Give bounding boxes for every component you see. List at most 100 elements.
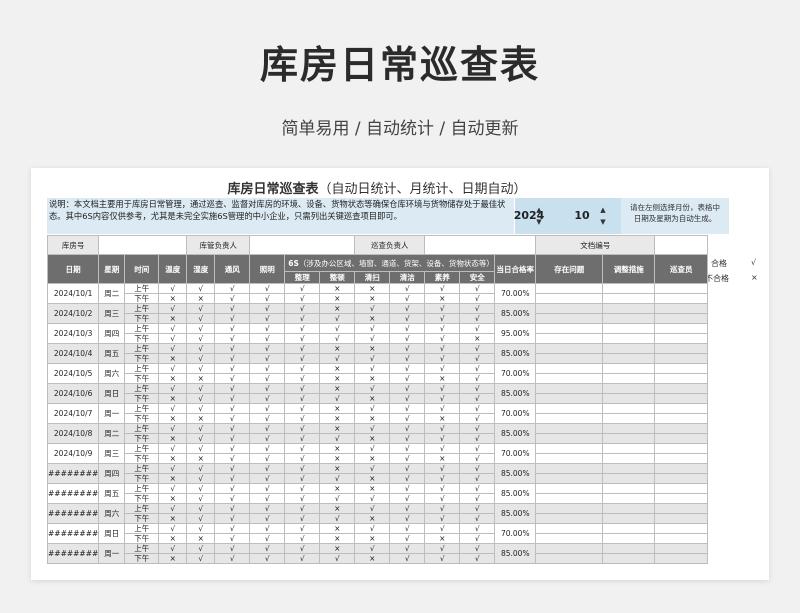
check-cell[interactable]: √	[284, 433, 321, 444]
check-cell[interactable]: √	[424, 353, 461, 364]
date-cell[interactable]: 2024/10/8	[46, 423, 100, 444]
check-cell[interactable]: √	[389, 453, 426, 464]
check-cell[interactable]: ×	[319, 483, 356, 494]
check-cell[interactable]: √	[389, 523, 426, 534]
check-cell[interactable]: √	[284, 553, 321, 564]
inspector-cell[interactable]	[654, 403, 709, 414]
check-cell[interactable]: ×	[319, 403, 356, 414]
measures-cell[interactable]	[602, 513, 656, 524]
issues-cell[interactable]	[535, 323, 604, 334]
check-cell[interactable]: √	[214, 333, 251, 344]
check-cell[interactable]: √	[158, 483, 188, 494]
issues-cell[interactable]	[535, 523, 604, 534]
issues-cell[interactable]	[535, 353, 604, 364]
check-cell[interactable]: ×	[424, 373, 461, 384]
check-cell[interactable]: √	[214, 373, 251, 384]
check-cell[interactable]: √	[319, 333, 356, 344]
check-cell[interactable]: √	[459, 483, 496, 494]
check-cell[interactable]: ×	[354, 513, 391, 524]
check-cell[interactable]: ×	[424, 413, 461, 424]
check-cell[interactable]: √	[389, 343, 426, 354]
inspector-cell[interactable]	[654, 383, 709, 394]
measures-cell[interactable]	[602, 393, 656, 404]
issues-cell[interactable]	[535, 393, 604, 404]
check-cell[interactable]: ×	[354, 393, 391, 404]
check-cell[interactable]: √	[354, 323, 391, 334]
check-cell[interactable]: √	[459, 493, 496, 504]
check-cell[interactable]: √	[424, 473, 461, 484]
date-cell[interactable]: 2024/10/5	[46, 363, 100, 384]
weekday-cell[interactable]: 周日	[98, 383, 126, 404]
check-cell[interactable]: √	[249, 503, 286, 514]
check-cell[interactable]: ×	[424, 293, 461, 304]
check-cell[interactable]: √	[389, 293, 426, 304]
measures-cell[interactable]	[602, 473, 656, 484]
date-cell[interactable]: ########	[46, 483, 100, 504]
check-cell[interactable]: √	[389, 513, 426, 524]
issues-cell[interactable]	[535, 543, 604, 554]
weekday-cell[interactable]: 周二	[98, 283, 126, 304]
check-cell[interactable]: ×	[158, 413, 188, 424]
measures-cell[interactable]	[602, 353, 656, 364]
check-cell[interactable]: √	[284, 493, 321, 504]
inspector-cell[interactable]	[654, 463, 709, 474]
check-cell[interactable]: √	[284, 283, 321, 294]
check-cell[interactable]: ×	[424, 453, 461, 464]
issues-cell[interactable]	[535, 473, 604, 484]
check-cell[interactable]: ×	[158, 453, 188, 464]
check-cell[interactable]: √	[459, 553, 496, 564]
check-cell[interactable]: √	[459, 373, 496, 384]
inspector-cell[interactable]	[654, 303, 709, 314]
weekday-cell[interactable]: 周一	[98, 403, 126, 424]
check-cell[interactable]: √	[249, 383, 286, 394]
check-cell[interactable]: √	[186, 403, 216, 414]
check-cell[interactable]: √	[284, 323, 321, 334]
check-cell[interactable]: √	[214, 363, 251, 374]
check-cell[interactable]: √	[158, 323, 188, 334]
check-cell[interactable]: √	[186, 483, 216, 494]
check-cell[interactable]: √	[284, 473, 321, 484]
measures-cell[interactable]	[602, 413, 656, 424]
date-cell[interactable]: ########	[46, 463, 100, 484]
check-cell[interactable]: √	[424, 483, 461, 494]
weekday-cell[interactable]: 周二	[98, 423, 126, 444]
check-cell[interactable]: √	[249, 433, 286, 444]
manager-input[interactable]	[249, 235, 356, 255]
check-cell[interactable]: ×	[186, 533, 216, 544]
check-cell[interactable]: √	[459, 353, 496, 364]
check-cell[interactable]: √	[214, 443, 251, 454]
check-cell[interactable]: √	[459, 463, 496, 474]
measures-cell[interactable]	[602, 373, 656, 384]
check-cell[interactable]: √	[214, 543, 251, 554]
check-cell[interactable]: √	[389, 493, 426, 504]
check-cell[interactable]: √	[158, 383, 188, 394]
check-cell[interactable]: √	[158, 463, 188, 474]
inspector-cell[interactable]	[654, 543, 709, 554]
date-cell[interactable]: ########	[46, 503, 100, 524]
check-cell[interactable]: √	[158, 403, 188, 414]
check-cell[interactable]: √	[249, 543, 286, 554]
check-cell[interactable]: √	[459, 323, 496, 334]
check-cell[interactable]: √	[249, 533, 286, 544]
check-cell[interactable]: ×	[459, 333, 496, 344]
check-cell[interactable]: √	[389, 373, 426, 384]
check-cell[interactable]: ×	[354, 283, 391, 294]
date-cell[interactable]: 2024/10/1	[46, 283, 100, 304]
check-cell[interactable]: √	[424, 403, 461, 414]
check-cell[interactable]: √	[249, 523, 286, 534]
check-cell[interactable]: √	[214, 513, 251, 524]
check-cell[interactable]: ×	[319, 293, 356, 304]
check-cell[interactable]: √	[424, 493, 461, 504]
weekday-cell[interactable]: 周一	[98, 543, 126, 564]
date-cell[interactable]: ########	[46, 543, 100, 564]
inspector-cell[interactable]	[654, 533, 709, 544]
measures-cell[interactable]	[602, 283, 656, 294]
inspector-cell[interactable]	[654, 473, 709, 484]
check-cell[interactable]: ×	[158, 313, 188, 324]
check-cell[interactable]: √	[354, 493, 391, 504]
check-cell[interactable]: √	[284, 443, 321, 454]
measures-cell[interactable]	[602, 333, 656, 344]
check-cell[interactable]: √	[186, 363, 216, 374]
weekday-cell[interactable]: 周四	[98, 463, 126, 484]
check-cell[interactable]: √	[249, 423, 286, 434]
